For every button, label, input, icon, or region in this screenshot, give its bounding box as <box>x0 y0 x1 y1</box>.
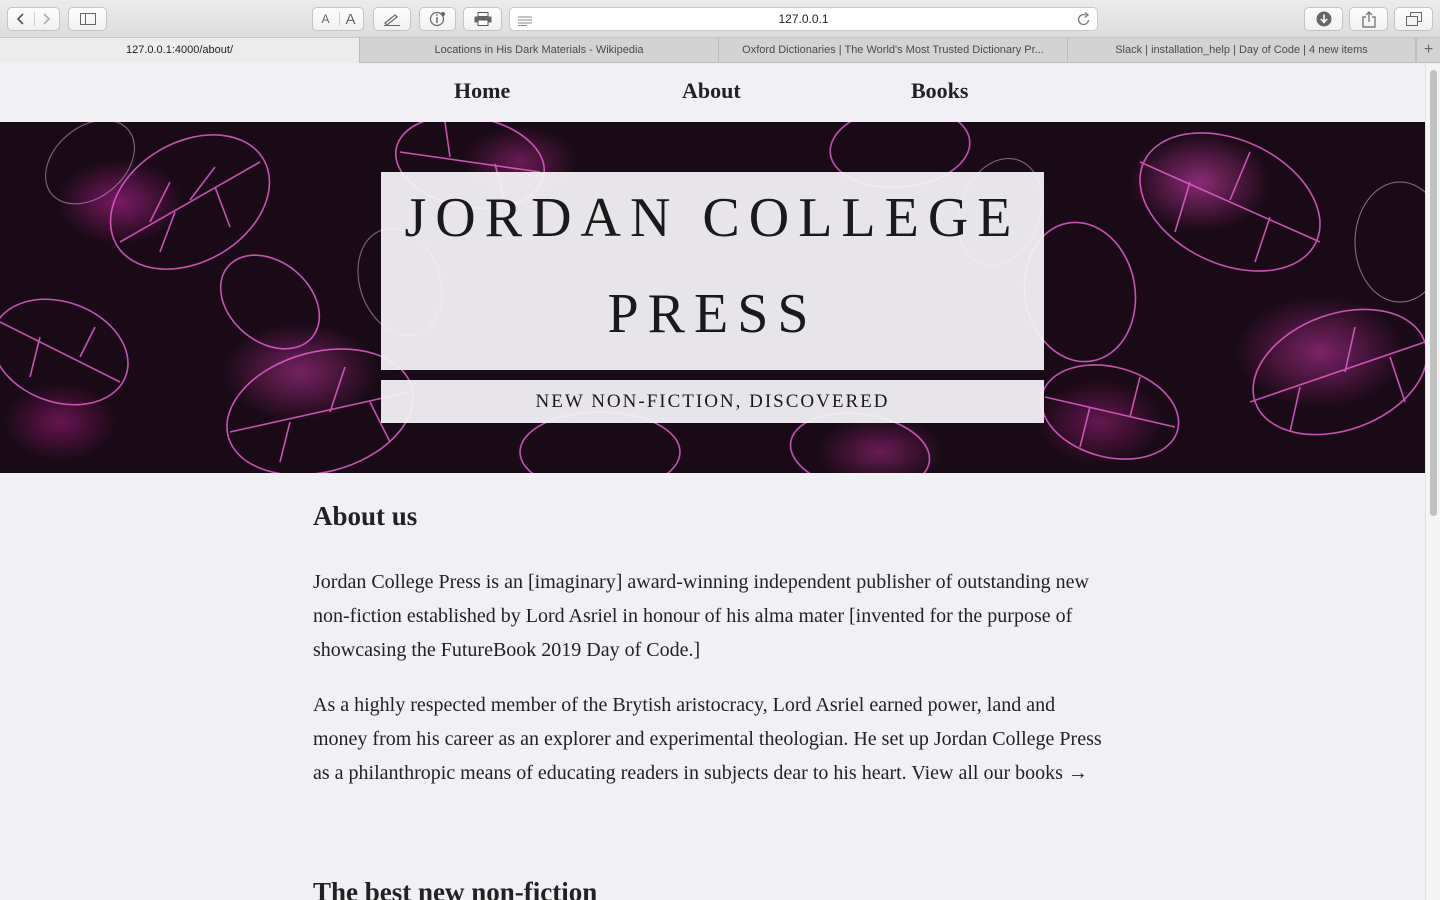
pen-icon <box>384 14 400 26</box>
browser-toolbar: A A 127.0.0.1 <box>0 0 1440 38</box>
info-icon <box>429 11 445 27</box>
back-icon[interactable] <box>8 12 34 26</box>
about-paragraph-2: As a highly respected member of the Bryt… <box>313 688 1103 790</box>
url-text: 127.0.0.1 <box>778 12 829 26</box>
best-nonfiction-heading: The best new non-fiction <box>313 877 598 900</box>
download-icon <box>1316 11 1331 27</box>
print-button[interactable] <box>463 7 502 31</box>
scrollbar-thumb[interactable] <box>1430 70 1437 516</box>
printer-icon <box>474 12 491 26</box>
tab-wikipedia[interactable]: Locations in His Dark Materials - Wikipe… <box>360 38 719 63</box>
share-icon <box>1361 10 1376 28</box>
back-forward-group <box>7 7 60 31</box>
text-smaller-button[interactable]: A <box>313 12 338 26</box>
site-title-line1: JORDAN COLLEGE <box>404 187 1021 249</box>
hero-banner: JORDAN COLLEGE PRESS NEW NON-FICTION, DI… <box>0 122 1425 473</box>
annotate-button[interactable] <box>373 7 411 31</box>
text-size-group: A A <box>312 7 364 31</box>
page-content: Home About Books JORDAN COLLEGE PRESS NE… <box>0 64 1425 900</box>
address-bar[interactable]: 127.0.0.1 <box>509 7 1098 31</box>
share-button[interactable] <box>1349 7 1388 31</box>
tab-bar: 127.0.0.1:4000/about/ Locations in His D… <box>0 38 1440 63</box>
tab-overview-button[interactable] <box>1394 7 1433 31</box>
text-larger-button[interactable]: A <box>338 11 363 28</box>
tab-about-page[interactable]: 127.0.0.1:4000/about/ <box>0 38 360 63</box>
site-title-line2: PRESS <box>607 283 818 345</box>
view-all-books-link[interactable]: View all our books → <box>911 762 1088 784</box>
nav-link-home[interactable]: Home <box>454 78 510 104</box>
site-nav: Home About Books <box>0 64 1425 122</box>
info-button[interactable] <box>419 7 456 31</box>
about-heading: About us <box>313 501 418 531</box>
nav-link-books[interactable]: Books <box>911 78 968 104</box>
sidebar-toggle-button[interactable] <box>68 7 107 31</box>
page-scrollbar[interactable] <box>1425 64 1440 900</box>
tabs-icon <box>1405 12 1422 26</box>
tab-slack[interactable]: Slack | installation_help | Day of Code … <box>1068 38 1416 63</box>
site-title-box: JORDAN COLLEGE PRESS <box>381 172 1044 370</box>
site-tagline: NEW NON-FICTION, DISCOVERED <box>381 380 1044 423</box>
reload-icon[interactable] <box>1077 11 1091 32</box>
new-tab-button[interactable]: + <box>1416 38 1440 63</box>
about-paragraph-1: Jordan College Press is an [imaginary] a… <box>313 571 1089 661</box>
nav-link-about[interactable]: About <box>682 78 741 104</box>
forward-icon[interactable] <box>34 12 60 26</box>
downloads-button[interactable] <box>1304 7 1343 31</box>
tab-oxford-dictionaries[interactable]: Oxford Dictionaries | The World's Most T… <box>719 38 1068 63</box>
sidebar-icon <box>79 13 96 25</box>
